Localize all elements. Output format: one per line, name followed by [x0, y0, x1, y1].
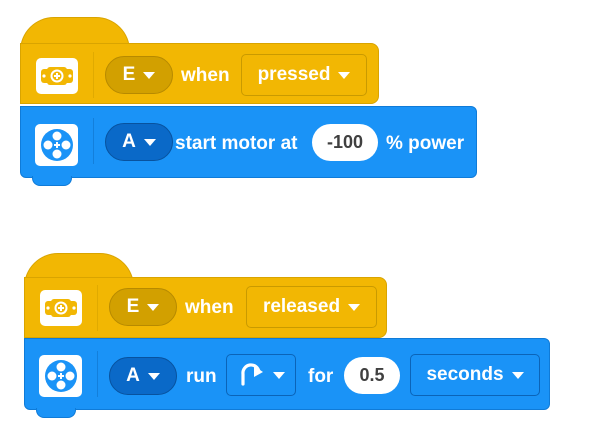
motor-port-label: A	[122, 131, 136, 152]
force-sensor-icon-box	[36, 58, 78, 94]
clockwise-arrow-icon	[241, 363, 263, 386]
motor-icon-box	[39, 355, 82, 397]
chevron-down-icon	[147, 372, 160, 380]
when-label: when	[185, 297, 234, 318]
sensor-state-dropdown[interactable]: released	[246, 286, 377, 328]
action-divider	[97, 351, 98, 397]
chevron-down-icon	[338, 71, 351, 79]
stack-2: E when released A run for 0.5 seconds	[0, 240, 595, 446]
hat-divider	[93, 52, 94, 98]
unit-label: seconds	[426, 364, 504, 385]
sensor-state-label: released	[262, 296, 341, 317]
power-suffix-label: % power	[386, 133, 465, 154]
chevron-down-icon	[348, 303, 361, 311]
sensor-state-dropdown[interactable]: pressed	[241, 54, 367, 96]
hat-divider	[97, 285, 98, 331]
block-connector-tab	[32, 176, 72, 186]
action-divider	[93, 118, 94, 164]
force-sensor-icon	[41, 67, 73, 85]
when-label: when	[181, 65, 230, 86]
sensor-port-label: E	[126, 296, 140, 317]
direction-dropdown[interactable]	[226, 354, 296, 396]
sensor-state-label: pressed	[257, 64, 331, 85]
sensor-port-label: E	[122, 64, 136, 85]
unit-dropdown[interactable]: seconds	[410, 354, 540, 396]
motor-icon	[40, 129, 73, 161]
force-sensor-icon	[45, 299, 77, 317]
motor-icon-box	[35, 124, 78, 166]
block-connector-tab	[36, 408, 76, 418]
sensor-port-dropdown[interactable]: E	[109, 288, 177, 326]
force-sensor-icon-box	[40, 290, 82, 326]
power-value-input[interactable]: -100	[312, 124, 378, 161]
motor-icon	[44, 360, 77, 392]
chevron-down-icon	[147, 303, 160, 311]
for-label: for	[308, 366, 334, 387]
chevron-down-icon	[143, 71, 156, 79]
stack-1: E when pressed A start motor at -100 % p…	[0, 0, 595, 200]
run-label: run	[186, 366, 217, 387]
sensor-port-dropdown[interactable]: E	[105, 56, 173, 94]
start-motor-label: start motor at	[175, 133, 298, 154]
chevron-down-icon	[511, 371, 524, 379]
duration-value-input[interactable]: 0.5	[344, 357, 400, 394]
chevron-down-icon	[273, 371, 285, 379]
motor-port-dropdown[interactable]: A	[105, 123, 173, 161]
motor-port-dropdown[interactable]: A	[109, 357, 177, 395]
motor-port-label: A	[126, 365, 140, 386]
chevron-down-icon	[143, 138, 156, 146]
